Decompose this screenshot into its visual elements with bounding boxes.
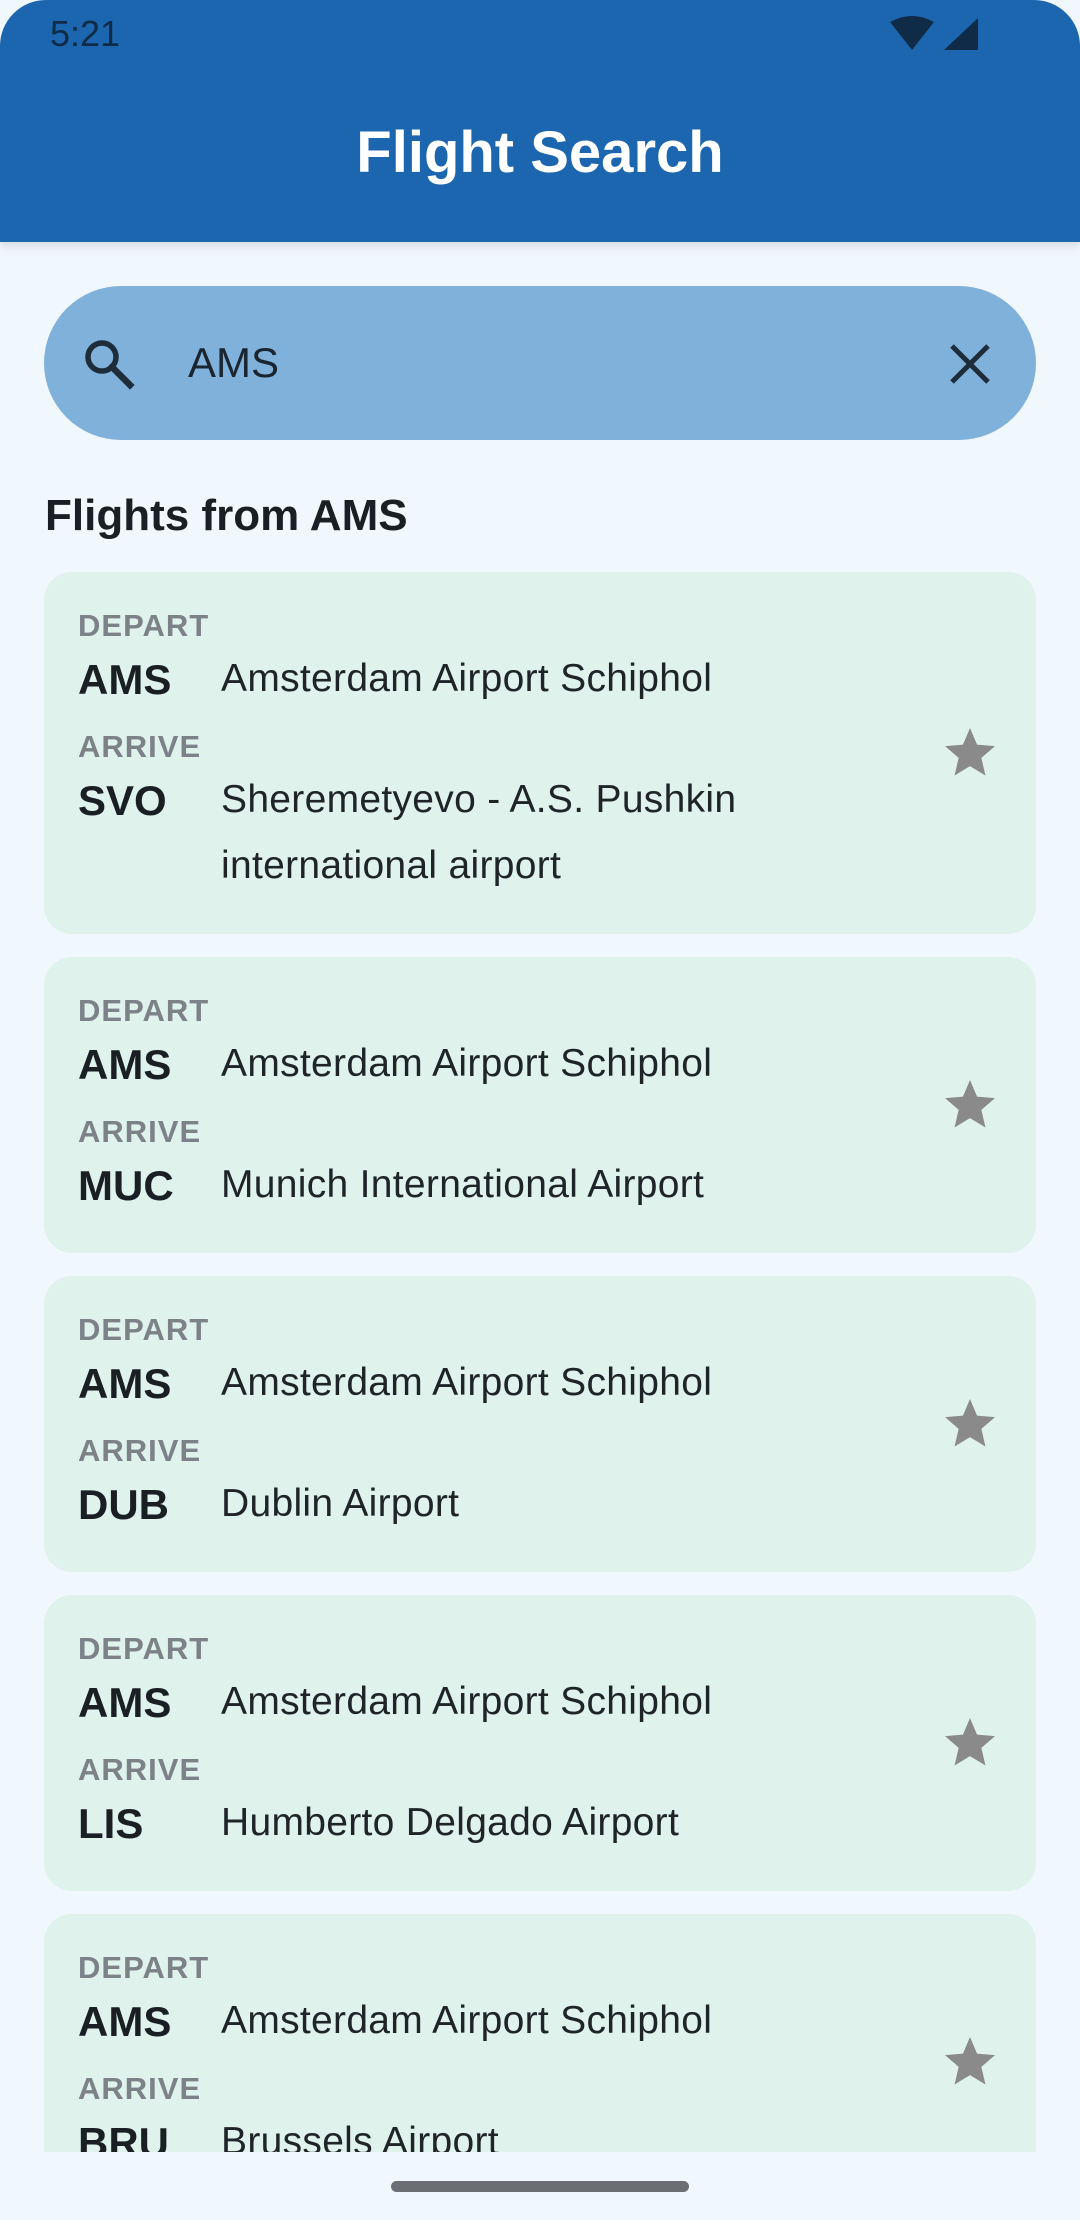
arrive-label: ARRIVE xyxy=(78,2071,202,2106)
star-icon[interactable] xyxy=(940,1713,1000,1773)
depart-code: AMS xyxy=(78,656,172,703)
arrive-airport-name: Brussels Airport xyxy=(221,2120,499,2152)
depart-label: DEPART xyxy=(78,1312,210,1347)
status-icons xyxy=(890,16,978,50)
arrive-code: SVO xyxy=(78,777,167,824)
flight-card[interactable]: DEPART AMS Amsterdam Airport Schiphol AR… xyxy=(44,572,1036,934)
star-icon[interactable] xyxy=(940,1394,1000,1454)
depart-code: AMS xyxy=(78,1360,172,1407)
section-title: Flights from AMS xyxy=(45,491,408,540)
search-input[interactable] xyxy=(188,330,908,396)
home-indicator[interactable] xyxy=(391,2181,689,2192)
depart-label: DEPART xyxy=(78,608,210,643)
flight-card[interactable]: DEPART AMS Amsterdam Airport Schiphol AR… xyxy=(44,1914,1036,2152)
depart-label: DEPART xyxy=(78,993,210,1028)
arrive-airport-name: Munich International Airport xyxy=(221,1163,705,1206)
flight-results-list[interactable]: DEPART AMS Amsterdam Airport Schiphol AR… xyxy=(44,572,1036,2152)
depart-code: AMS xyxy=(78,1041,172,1088)
depart-label: DEPART xyxy=(78,1631,210,1666)
arrive-code: LIS xyxy=(78,1800,144,1847)
depart-code: AMS xyxy=(78,1998,172,2045)
depart-airport-name: Amsterdam Airport Schiphol xyxy=(221,657,713,700)
flight-card[interactable]: DEPART AMS Amsterdam Airport Schiphol AR… xyxy=(44,957,1036,1253)
arrive-label: ARRIVE xyxy=(78,729,202,764)
arrive-code: DUB xyxy=(78,1481,169,1528)
flight-card[interactable]: DEPART AMS Amsterdam Airport Schiphol AR… xyxy=(44,1595,1036,1891)
search-icon xyxy=(85,340,135,390)
depart-airport-name: Amsterdam Airport Schiphol xyxy=(221,1680,713,1723)
depart-airport-name: Amsterdam Airport Schiphol xyxy=(221,1042,713,1085)
arrive-code: BRU xyxy=(78,2119,169,2152)
page-title: Flight Search xyxy=(356,120,724,185)
arrive-label: ARRIVE xyxy=(78,1114,202,1149)
star-icon[interactable] xyxy=(940,1075,1000,1135)
flight-card[interactable]: DEPART AMS Amsterdam Airport Schiphol AR… xyxy=(44,1276,1036,1572)
star-icon[interactable] xyxy=(940,723,1000,783)
screen: 5:21 Flight Search Flights from AMS DEPA… xyxy=(0,0,1080,2220)
depart-code: AMS xyxy=(78,1679,172,1726)
arrive-airport-name: Sheremetyevo - A.S. Pushkin xyxy=(221,778,737,821)
close-icon[interactable] xyxy=(944,338,996,390)
arrive-airport-name-continued: international airport xyxy=(221,844,562,887)
arrive-label: ARRIVE xyxy=(78,1433,202,1468)
depart-label: DEPART xyxy=(78,1950,210,1985)
arrive-airport-name: Dublin Airport xyxy=(221,1482,460,1525)
star-icon[interactable] xyxy=(940,2032,1000,2092)
depart-airport-name: Amsterdam Airport Schiphol xyxy=(221,1361,713,1404)
cell-signal-icon xyxy=(944,18,978,50)
arrive-label: ARRIVE xyxy=(78,1752,202,1787)
status-time: 5:21 xyxy=(50,13,121,54)
wifi-icon xyxy=(890,16,934,50)
arrive-airport-name: Humberto Delgado Airport xyxy=(221,1801,680,1844)
depart-airport-name: Amsterdam Airport Schiphol xyxy=(221,1999,713,2042)
app-bar: 5:21 Flight Search xyxy=(0,0,1080,242)
arrive-code: MUC xyxy=(78,1162,174,1209)
